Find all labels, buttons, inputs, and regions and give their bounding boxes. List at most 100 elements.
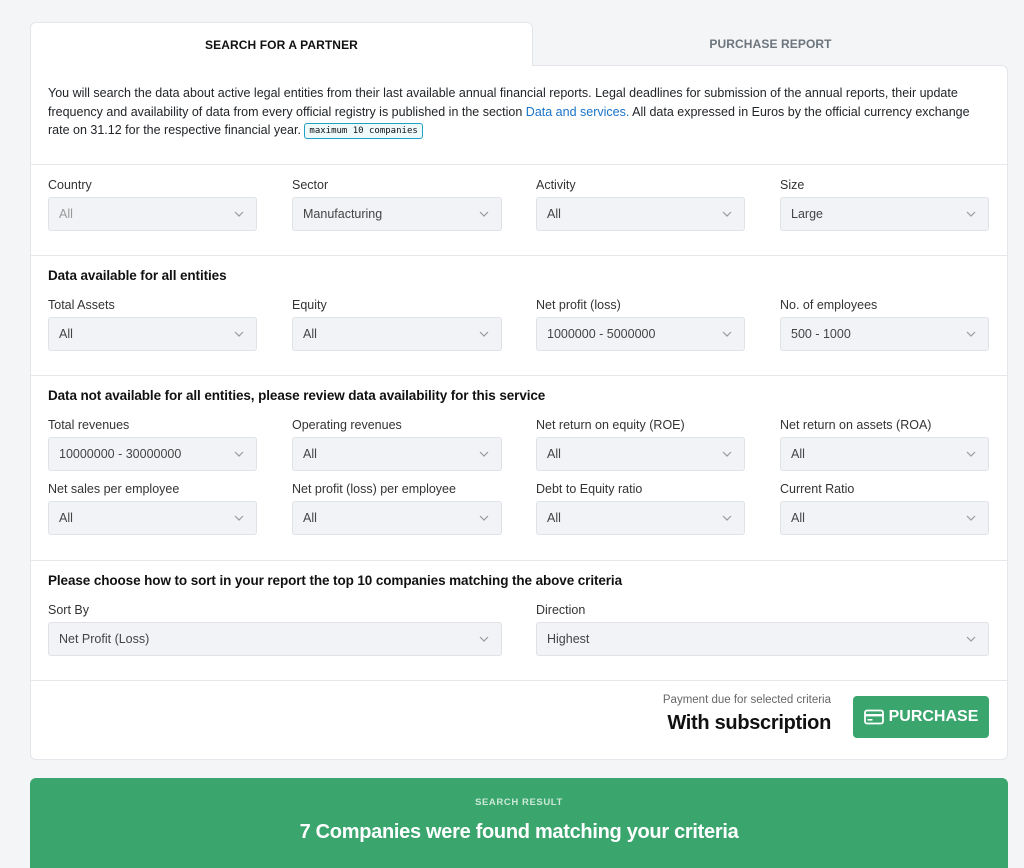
roe-value: All — [547, 447, 561, 461]
activity-filter: Activity All — [536, 176, 745, 231]
country-filter: Country All — [48, 176, 257, 231]
data-and-services-link[interactable]: Data and services. — [526, 105, 630, 119]
debt-to-equity-select[interactable]: All — [536, 501, 745, 535]
operating-revenues-select[interactable]: All — [292, 437, 502, 471]
chevron-down-icon — [467, 623, 501, 655]
search-result-kicker: SEARCH RESULT — [475, 797, 563, 808]
activity-label: Activity — [536, 178, 576, 192]
equity-label: Equity — [292, 298, 327, 312]
direction-filter: Direction Highest — [536, 601, 989, 656]
total-revenues-select[interactable]: 10000000 - 30000000 — [48, 437, 257, 471]
chevron-down-icon — [222, 318, 256, 350]
section-title-all-entities: Data available for all entities — [48, 268, 227, 283]
net-profit-per-employee-label: Net profit (loss) per employee — [292, 482, 456, 496]
employees-label: No. of employees — [780, 298, 878, 312]
activity-value: All — [547, 207, 561, 221]
chevron-down-icon — [710, 318, 744, 350]
debt-to-equity-filter: Debt to Equity ratio All — [536, 480, 745, 535]
net-profit-per-employee-select[interactable]: All — [292, 501, 502, 535]
current-ratio-filter: Current Ratio All — [780, 480, 989, 535]
employees-filter: No. of employees 500 - 1000 — [780, 296, 989, 351]
country-value: All — [59, 207, 73, 221]
operating-revenues-filter: Operating revenues All — [292, 416, 502, 471]
roe-filter: Net return on equity (ROE) All — [536, 416, 745, 471]
current-ratio-label: Current Ratio — [780, 482, 855, 496]
operating-revenues-value: All — [303, 447, 317, 461]
sort-by-label: Sort By — [48, 603, 89, 617]
total-revenues-label: Total revenues — [48, 418, 130, 432]
tab-purchase-report[interactable]: PURCHASE REPORT — [533, 22, 1008, 66]
size-select[interactable]: Large — [780, 197, 989, 231]
total-revenues-value: 10000000 - 30000000 — [59, 447, 182, 461]
roa-value: All — [791, 447, 805, 461]
chevron-down-icon — [467, 198, 501, 230]
section-title-sort: Please choose how to sort in your report… — [48, 573, 622, 588]
chevron-down-icon — [467, 318, 501, 350]
debt-to-equity-label: Debt to Equity ratio — [536, 482, 643, 496]
divider — [31, 560, 1007, 561]
divider — [31, 255, 1007, 256]
country-select[interactable]: All — [48, 197, 257, 231]
roe-select[interactable]: All — [536, 437, 745, 471]
net-profit-filter: Net profit (loss) 1000000 - 5000000 — [536, 296, 745, 351]
chevron-down-icon — [467, 438, 501, 470]
total-assets-filter: Total Assets All — [48, 296, 257, 351]
equity-select[interactable]: All — [292, 317, 502, 351]
total-revenues-filter: Total revenues 10000000 - 30000000 — [48, 416, 257, 471]
net-profit-label: Net profit (loss) — [536, 298, 621, 312]
chevron-down-icon — [222, 198, 256, 230]
net-profit-select[interactable]: 1000000 - 5000000 — [536, 317, 745, 351]
tab-search-for-partner[interactable]: SEARCH FOR A PARTNER — [30, 22, 533, 66]
chevron-down-icon — [710, 502, 744, 534]
size-value: Large — [791, 207, 823, 221]
employees-value: 500 - 1000 — [791, 327, 851, 341]
chevron-down-icon — [467, 502, 501, 534]
chevron-down-icon — [710, 438, 744, 470]
size-filter: Size Large — [780, 176, 989, 231]
equity-filter: Equity All — [292, 296, 502, 351]
operating-revenues-label: Operating revenues — [292, 418, 402, 432]
direction-select[interactable]: Highest — [536, 622, 989, 656]
section-title-partial-entities: Data not available for all entities, ple… — [48, 388, 546, 403]
current-ratio-select[interactable]: All — [780, 501, 989, 535]
payment-label: Payment due for selected criteria — [662, 694, 831, 706]
chevron-down-icon — [954, 502, 988, 534]
search-result-banner: SEARCH RESULT 7 Companies were found mat… — [30, 778, 1008, 868]
roa-select[interactable]: All — [780, 437, 989, 471]
purchase-button[interactable]: PURCHASE — [853, 696, 989, 738]
net-sales-per-employee-select[interactable]: All — [48, 501, 257, 535]
tab-bar: SEARCH FOR A PARTNER PURCHASE REPORT — [30, 22, 1008, 66]
sector-filter: Sector Manufacturing — [292, 176, 502, 231]
sector-value: Manufacturing — [303, 207, 383, 221]
payment-value: With subscription — [667, 712, 831, 734]
net-profit-per-employee-value: All — [303, 511, 317, 525]
direction-value: Highest — [547, 632, 590, 646]
credit-card-icon — [863, 709, 884, 725]
debt-to-equity-value: All — [547, 511, 561, 525]
divider — [31, 164, 1007, 165]
purchase-button-label: PURCHASE — [888, 708, 979, 725]
search-form-card: You will search the data about active le… — [30, 65, 1008, 760]
chevron-down-icon — [954, 623, 988, 655]
total-assets-value: All — [59, 327, 73, 341]
intro-text: You will search the data about active le… — [48, 84, 988, 140]
search-result-headline: 7 Companies were found matching your cri… — [299, 821, 739, 843]
net-sales-per-employee-value: All — [59, 511, 73, 525]
chevron-down-icon — [222, 502, 256, 534]
sector-select[interactable]: Manufacturing — [292, 197, 502, 231]
sort-by-value: Net Profit (Loss) — [59, 632, 150, 646]
direction-label: Direction — [536, 603, 586, 617]
chevron-down-icon — [954, 198, 988, 230]
net-sales-per-employee-label: Net sales per employee — [48, 482, 180, 496]
current-ratio-value: All — [791, 511, 805, 525]
divider — [31, 680, 1007, 681]
activity-select[interactable]: All — [536, 197, 745, 231]
total-assets-select[interactable]: All — [48, 317, 257, 351]
net-profit-value: 1000000 - 5000000 — [547, 327, 656, 341]
sort-by-filter: Sort By Net Profit (Loss) — [48, 601, 502, 656]
employees-select[interactable]: 500 - 1000 — [780, 317, 989, 351]
sort-by-select[interactable]: Net Profit (Loss) — [48, 622, 502, 656]
equity-value: All — [303, 327, 317, 341]
chevron-down-icon — [222, 438, 256, 470]
country-label: Country — [48, 178, 92, 192]
